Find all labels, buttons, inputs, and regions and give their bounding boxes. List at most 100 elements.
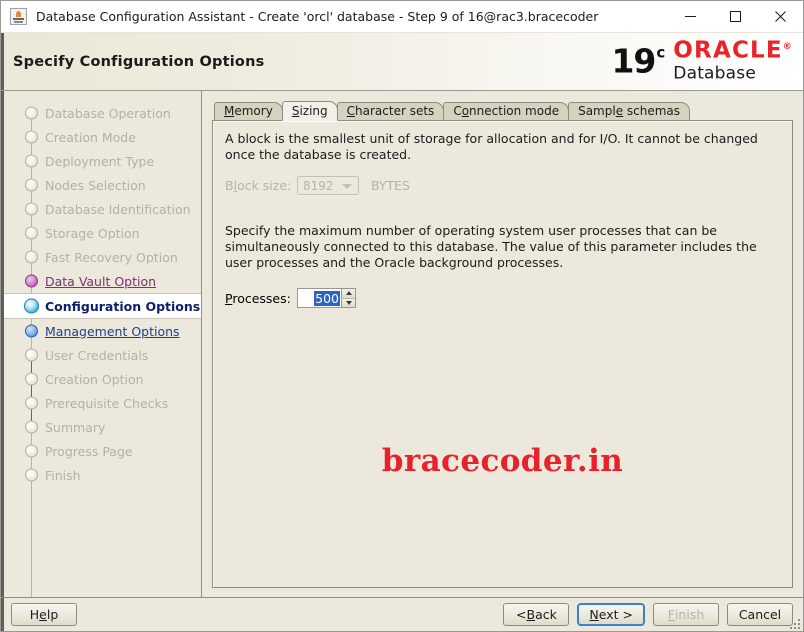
processes-decrement-button[interactable]: [342, 298, 355, 307]
sidebar-item-label: Creation Mode: [45, 129, 136, 145]
resize-grip-icon[interactable]: [789, 618, 801, 630]
header-band: Specify Configuration Options 19 c ORACLE…: [1, 33, 803, 91]
sidebar-item-label: Configuration Options: [45, 298, 201, 314]
step-bullet-icon: [25, 444, 38, 458]
step-bullet-icon: [25, 372, 38, 386]
window-controls: [668, 1, 803, 32]
sidebar-item-configuration-options[interactable]: Configuration Options: [1, 293, 201, 319]
processes-description: Specify the maximum number of operating …: [225, 223, 757, 270]
sidebar-item-label: Finish: [45, 467, 81, 483]
sidebar-item-summary[interactable]: Summary: [1, 415, 201, 439]
sidebar-item-label: Fast Recovery Option: [45, 249, 178, 265]
step-bullet-icon: [25, 348, 38, 362]
sidebar-item-creation-option[interactable]: Creation Option: [1, 367, 201, 391]
step-bullet-icon: [25, 250, 38, 264]
watermark-text: bracecoder.in: [381, 443, 624, 479]
brand-registered-mark: ®: [782, 41, 793, 52]
step-bullet-icon: [25, 468, 38, 482]
sidebar-item-nodes-selection[interactable]: Nodes Selection: [1, 173, 201, 197]
processes-row: Processes: 500: [225, 288, 780, 308]
sidebar-item-deployment-type[interactable]: Deployment Type: [1, 149, 201, 173]
step-bullet-icon-active: [24, 298, 39, 314]
window-title: Database Configuration Assistant - Creat…: [36, 9, 599, 24]
tab-sizing[interactable]: Sizing: [281, 101, 338, 121]
main-pane: Memory Sizing Character sets Connection …: [202, 91, 803, 597]
processes-label: Processes:: [225, 290, 291, 306]
block-size-select[interactable]: 8192: [297, 176, 359, 195]
sidebar-item-database-operation[interactable]: Database Operation: [1, 101, 201, 125]
sidebar-item-label: Prerequisite Checks: [45, 395, 169, 411]
block-size-label: Block size:: [225, 178, 292, 193]
step-bullet-icon: [25, 154, 38, 168]
sidebar-item-label: Data Vault Option: [45, 273, 157, 289]
tab-sample-schemas[interactable]: Sample schemas: [568, 102, 691, 120]
triangle-down-icon: [345, 300, 352, 305]
sidebar-item-progress-page[interactable]: Progress Page: [1, 439, 201, 463]
page-title: Specify Configuration Options: [13, 53, 265, 70]
maximize-button[interactable]: [713, 1, 758, 32]
minimize-button[interactable]: [668, 1, 713, 32]
close-button[interactable]: [758, 1, 803, 32]
tab-connection-mode[interactable]: Connection mode: [443, 102, 570, 120]
brand-subtitle: Database: [673, 63, 756, 84]
tab-memory[interactable]: Memory: [214, 102, 283, 120]
sidebar-item-creation-mode[interactable]: Creation Mode: [1, 125, 201, 149]
oracle-brand-logo: 19 c ORACLE® Database: [611, 39, 793, 84]
sidebar-item-fast-recovery-option[interactable]: Fast Recovery Option: [1, 245, 201, 269]
brand-wordmark: ORACLE® Database: [673, 39, 793, 84]
next-button[interactable]: Next >: [577, 603, 645, 626]
sidebar-item-label: Summary: [45, 419, 106, 435]
sidebar-item-label: User Credentials: [45, 347, 149, 363]
tab-character-sets[interactable]: Character sets: [336, 102, 445, 120]
sidebar-item-label: Nodes Selection: [45, 177, 146, 193]
step-bullet-icon: [25, 178, 38, 192]
sidebar-item-label: Storage Option: [45, 225, 140, 241]
sidebar-item-data-vault-option[interactable]: Data Vault Option: [1, 269, 201, 293]
sidebar-item-database-identification[interactable]: Database Identification: [1, 197, 201, 221]
step-bullet-icon: [25, 274, 38, 288]
step-bullet-icon: [25, 396, 38, 410]
step-bullet-icon: [25, 324, 38, 338]
chevron-down-icon: [342, 183, 352, 189]
step-bullet-icon: [25, 106, 38, 120]
processes-stepper[interactable]: 500: [297, 288, 356, 308]
sidebar-item-storage-option[interactable]: Storage Option: [1, 221, 201, 245]
step-bullet-icon: [25, 420, 38, 434]
brand-oracle-text: ORACLE®: [673, 39, 793, 62]
steps-sidebar: Database Operation Creation Mode Deploym…: [1, 91, 202, 597]
finish-button: Finish: [653, 603, 719, 626]
sidebar-item-prerequisite-checks[interactable]: Prerequisite Checks: [1, 391, 201, 415]
sidebar-item-finish[interactable]: Finish: [1, 463, 201, 487]
sidebar-item-label: Creation Option: [45, 371, 144, 387]
sidebar-item-label: Database Identification: [45, 201, 191, 217]
step-bullet-icon: [25, 130, 38, 144]
back-button[interactable]: < Back: [503, 603, 570, 626]
footer-bar: He lp < Back Next > Finish Cancel: [1, 597, 803, 631]
step-bullet-icon: [25, 202, 38, 216]
sidebar-item-user-credentials[interactable]: User Credentials: [1, 343, 201, 367]
sidebar-item-management-options[interactable]: Management Options: [1, 319, 201, 343]
sidebar-item-label: Management Options: [45, 323, 180, 339]
sidebar-item-label: Database Operation: [45, 105, 171, 121]
body-row: Database Operation Creation Mode Deploym…: [1, 91, 803, 597]
step-bullet-icon: [25, 226, 38, 240]
block-size-description: A block is the smallest unit of storage …: [225, 131, 758, 162]
tab-strip: Memory Sizing Character sets Connection …: [212, 100, 793, 121]
processes-input[interactable]: 500: [297, 288, 341, 308]
help-button[interactable]: He lp: [11, 603, 77, 626]
brand-oracle-word: ORACLE: [673, 37, 783, 64]
triangle-up-icon: [345, 291, 352, 296]
processes-increment-button[interactable]: [342, 289, 355, 299]
dbca-window: Database Configuration Assistant - Creat…: [0, 0, 804, 632]
sidebar-item-label: Progress Page: [45, 443, 133, 459]
brand-version: 19 c: [611, 43, 665, 78]
block-size-value: 8192: [303, 178, 334, 193]
cancel-button[interactable]: Cancel: [727, 603, 793, 626]
block-size-units: BYTES: [371, 178, 410, 193]
brand-version-suffix: c: [656, 43, 665, 62]
block-size-row: Block size: 8192 BYTES: [225, 176, 780, 195]
dbca-app-icon: [10, 8, 27, 25]
title-bar: Database Configuration Assistant - Creat…: [1, 1, 803, 33]
processes-value: 500: [314, 290, 340, 306]
sidebar-item-label: Deployment Type: [45, 153, 155, 169]
